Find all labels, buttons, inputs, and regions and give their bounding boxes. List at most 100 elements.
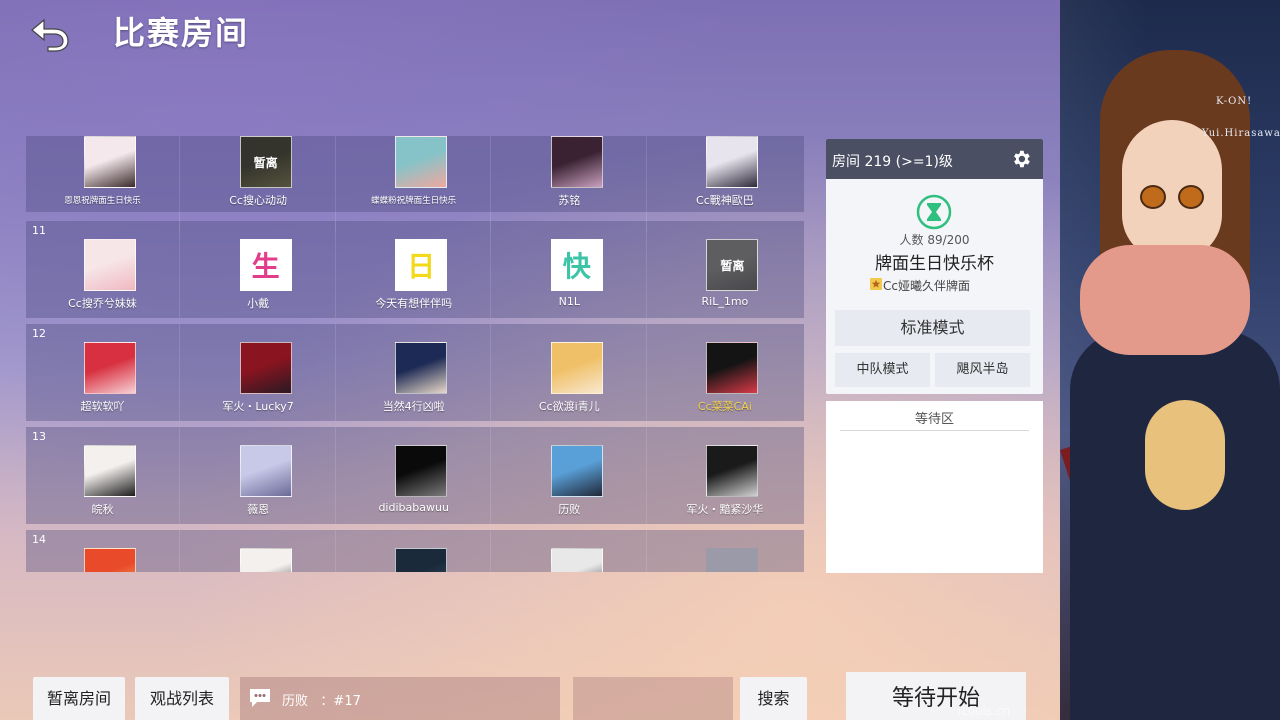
player-slot[interactable]: 生小戴 [182,221,336,318]
search-input[interactable] [573,677,733,720]
art-face [1122,120,1222,260]
page-title: 比赛房间 [113,14,250,52]
character-artwork: K-ON! Yui.Hirasawa [1060,0,1280,720]
player-avatar[interactable] [395,342,448,394]
player-avatar[interactable] [550,548,603,572]
player-avatar[interactable] [550,342,603,394]
player-slot[interactable]: 暂离 Cc搜心动动 [182,136,336,233]
art-body [1070,330,1280,720]
player-name: Cc搜乔兮妹妹 [68,297,137,310]
player-name: 当然4行凶啦 [382,400,445,413]
waiting-area: 等待区 [826,401,1043,573]
player-slot[interactable]: 苏铭 [493,136,647,233]
player-slot[interactable]: 超软软吖 [26,324,180,421]
map-select-button[interactable]: 飓风半岛 [935,353,1030,387]
player-avatar[interactable] [706,548,759,572]
room-title: 房间 219 (>=1)级 [832,154,953,170]
player-slot[interactable]: didibabawuu [337,427,492,524]
player-slot[interactable]: 历败 [493,427,647,524]
art-eye-left [1140,185,1166,209]
player-avatar[interactable]: 日 [395,239,448,291]
player-avatar[interactable] [84,445,136,497]
player-avatar[interactable]: 暂离 [239,136,292,188]
player-name: 历败 [558,503,581,516]
player-slot[interactable]: 皖秋 [26,427,180,524]
team-row: 12 超软软吖 军火・Lucky7 当然4行凶啦 Cc欲渡i青儿 Cc菜菜CAi [26,324,804,421]
player-name: 皖秋 [91,503,114,516]
player-name: 军火・Lucky7 [222,400,294,413]
player-slot[interactable]: Cc欲渡i青儿 [493,324,647,421]
player-slot[interactable] [493,530,647,572]
spectator-list-button[interactable]: 观战列表 [135,677,229,720]
player-slot[interactable]: Cc菜菜CAi [648,324,801,421]
player-name: RiL_1mo [701,295,749,308]
player-name: Cc搜心动动 [229,194,287,207]
player-avatar[interactable] [706,136,759,188]
player-count: 人数 89/200 [899,233,970,247]
player-avatar[interactable]: 暂离 [706,239,759,291]
player-avatar[interactable] [84,342,136,394]
player-avatar[interactable] [550,445,603,497]
player-avatar[interactable]: 生 [239,239,292,291]
player-slot[interactable] [648,530,801,572]
player-slot[interactable]: 当然4行凶啦 [337,324,492,421]
art-eye-right [1178,185,1204,209]
mode-standard-button[interactable]: 标准模式 [835,310,1030,346]
search-button[interactable]: 搜索 [740,677,807,720]
art-plush [1145,400,1225,510]
gear-icon[interactable] [1010,148,1032,170]
player-avatar[interactable] [239,445,292,497]
player-slot[interactable]: 薇恩 [182,427,336,524]
game-room-screen: 比赛房间 恩恩祝牌面生日快乐 暂离 Cc搜心动动 蝶蝶粉祝牌面生日快乐 苏铭 Cc戰神歐巴… [0,0,1060,720]
player-slot[interactable]: 暂离 RiL_1mo [648,221,801,318]
leave-room-button[interactable]: 暂离房间 [33,677,125,720]
player-slot[interactable]: 日今天有想伴伴吗 [337,221,492,318]
player-name: 今天有想伴伴吗 [375,297,453,310]
team-grid: 恩恩祝牌面生日快乐 暂离 Cc搜心动动 蝶蝶粉祝牌面生日快乐 苏铭 Cc戰神歐巴 11 Cc搜… [26,136,804,572]
player-avatar[interactable] [84,548,136,572]
room-info-card: 房间 219 (>=1)级 人数 89/200 牌面生日快乐杯 Cc娅曦久伴牌面… [826,139,1043,394]
player-avatar[interactable]: 快 [550,239,603,291]
player-avatar[interactable] [239,342,292,394]
player-name: 超软软吖 [80,400,125,413]
player-name: Cc菜菜CAi [697,400,752,413]
player-slot[interactable] [26,530,180,572]
player-slot[interactable]: 军火・黯紧沙华 [648,427,801,524]
player-slot[interactable]: Cc戰神歐巴 [648,136,801,233]
player-avatar[interactable] [395,548,448,572]
player-slot[interactable] [182,530,336,572]
player-slot[interactable]: Cc搜乔兮妹妹 [26,221,180,318]
player-avatar[interactable] [706,342,759,394]
team-row: 14 [26,530,804,572]
player-slot[interactable]: 恩恩祝牌面生日快乐 [26,136,180,233]
player-name: Cc欲渡i青儿 [538,400,600,413]
divider [840,430,1029,431]
player-name: 小戴 [247,297,270,310]
player-avatar[interactable] [395,445,448,497]
player-slot[interactable]: 快 N1L [493,221,647,318]
player-slot[interactable]: 军火・Lucky7 [182,324,336,421]
team-row: 11 Cc搜乔兮妹妹生小戴日今天有想伴伴吗快 N1L 暂离 RiL_1mo [26,221,804,318]
player-avatar[interactable] [84,136,136,188]
player-name: 恩恩祝牌面生日快乐 [64,196,141,206]
player-avatar[interactable] [395,136,448,188]
chat-bar[interactable]: 历败 ：#17 [240,677,560,720]
player-avatar[interactable] [84,239,136,291]
player-name: Cc戰神歐巴 [696,194,754,207]
away-badge: 暂离 [240,137,291,187]
player-avatar[interactable] [550,136,603,188]
player-name: 苏铭 [558,194,581,207]
chat-message: 历败 ：#17 [282,694,361,709]
watermark: iLools.cn [958,704,1011,718]
avatar-glyph: 快 [562,250,591,283]
team-row: 13 皖秋 薇恩 didibabawuu 历败 军火・黯紧沙华 [26,427,804,524]
mode-team-button[interactable]: 中队模式 [835,353,930,387]
player-name: didibabawuu [378,501,449,514]
room-owner: Cc娅曦久伴牌面 [883,279,970,293]
art-caption-title: K-ON! [1216,96,1253,107]
player-avatar[interactable] [239,548,292,572]
player-avatar[interactable] [706,445,759,497]
player-slot[interactable]: 蝶蝶粉祝牌面生日快乐 [337,136,492,233]
back-arrow-icon[interactable] [28,14,72,52]
player-slot[interactable] [337,530,492,572]
